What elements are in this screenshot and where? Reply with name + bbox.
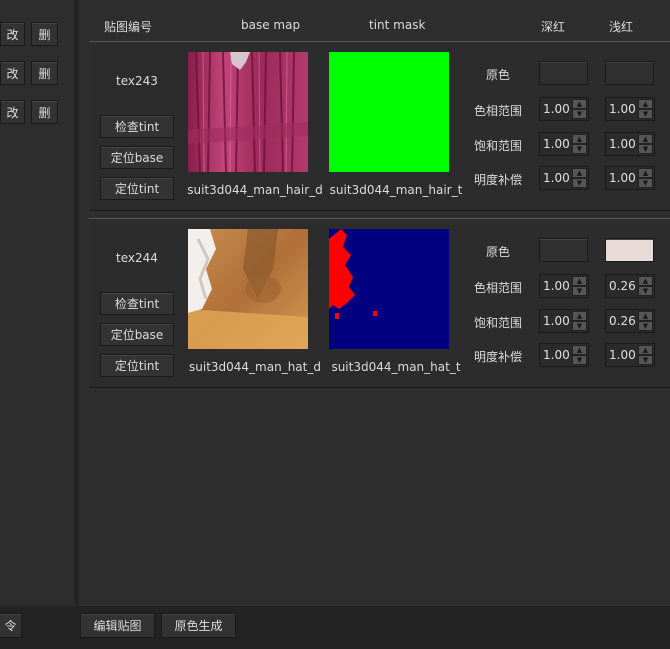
edit-button-2[interactable]: 改 <box>0 61 25 85</box>
deep-hue-spinbox[interactable]: 1.00 ▲ ▼ <box>539 274 589 298</box>
deep-red-color-swatch[interactable] <box>539 238 588 262</box>
light-red-color-swatch[interactable] <box>605 61 654 85</box>
arrow-up-icon[interactable]: ▲ <box>638 311 653 321</box>
hue-range-label: 色相范围 <box>473 104 522 118</box>
header-deep-red: 深红 <box>541 20 566 34</box>
light-sat-spinbox[interactable]: 1.00 ▲ ▼ <box>605 132 655 156</box>
deep-bright-spinbox[interactable]: 1.00 ▲ ▼ <box>539 343 589 367</box>
spinbox-value: 1.00 <box>543 171 570 185</box>
arrow-down-icon[interactable]: ▼ <box>638 144 653 154</box>
base-map-caption: suit3d044_man_hair_d <box>187 183 323 197</box>
spinbox-value: 1.00 <box>543 102 570 116</box>
arrow-down-icon[interactable]: ▼ <box>638 321 653 331</box>
hue-range-label: 色相范围 <box>473 281 522 295</box>
saturation-range-label: 饱和范围 <box>473 316 522 330</box>
arrow-down-icon[interactable]: ▼ <box>572 321 587 331</box>
arrow-down-icon[interactable]: ▼ <box>572 109 587 119</box>
arrow-down-icon[interactable]: ▼ <box>638 286 653 296</box>
check-tint-button[interactable]: 检查tint <box>100 115 174 138</box>
deep-red-color-swatch[interactable] <box>539 61 588 85</box>
light-bright-spinbox[interactable]: 1.00 ▲ ▼ <box>605 166 655 190</box>
arrow-up-icon[interactable]: ▲ <box>638 168 653 178</box>
locate-base-button[interactable]: 定位base <box>100 146 174 169</box>
arrow-up-icon[interactable]: ▲ <box>572 276 587 286</box>
generate-original-button[interactable]: 原色生成 <box>161 613 236 638</box>
spinbox-value: 0.26 <box>609 314 636 328</box>
texture-list-panel: 改 删 改 删 改 删 <box>0 0 75 606</box>
locate-base-button[interactable]: 定位base <box>100 323 174 346</box>
arrow-up-icon[interactable]: ▲ <box>638 276 653 286</box>
arrow-down-icon[interactable]: ▼ <box>638 178 653 188</box>
arrow-up-icon[interactable]: ▲ <box>572 168 587 178</box>
edit-textures-button[interactable]: 编辑贴图 <box>80 613 155 638</box>
original-color-label: 原色 <box>485 245 510 259</box>
original-color-label: 原色 <box>485 68 510 82</box>
light-red-color-swatch[interactable] <box>605 238 654 262</box>
header-base-map: base map <box>241 18 301 32</box>
spinbox-value: 1.00 <box>543 348 570 362</box>
delete-button-2[interactable]: 删 <box>31 61 58 85</box>
deep-bright-spinbox[interactable]: 1.00 ▲ ▼ <box>539 166 589 190</box>
light-hue-spinbox[interactable]: 0.26 ▲ ▼ <box>605 274 655 298</box>
base-map-thumbnail-hair[interactable] <box>188 52 308 172</box>
arrow-down-icon[interactable]: ▼ <box>572 178 587 188</box>
spinbox-value: 1.00 <box>609 102 636 116</box>
brightness-comp-label: 明度补偿 <box>473 173 522 187</box>
light-hue-spinbox[interactable]: 1.00 ▲ ▼ <box>605 97 655 121</box>
arrow-down-icon[interactable]: ▼ <box>572 355 587 365</box>
arrow-down-icon[interactable]: ▼ <box>638 355 653 365</box>
base-map-thumbnail-hat[interactable] <box>188 229 308 349</box>
tint-mask-caption: suit3d044_man_hat_t <box>331 360 461 374</box>
tint-mask-thumbnail-hair[interactable] <box>329 52 449 172</box>
arrow-up-icon[interactable]: ▲ <box>572 345 587 355</box>
header-tex-id: 贴图编号 <box>104 20 153 34</box>
tex-id-label: tex243 <box>116 74 158 88</box>
tint-mask-thumbnail-hat[interactable] <box>329 229 449 349</box>
deep-sat-spinbox[interactable]: 1.00 ▲ ▼ <box>539 132 589 156</box>
edit-button-3[interactable]: 改 <box>0 100 25 124</box>
header-tint-mask: tint mask <box>369 18 426 32</box>
spinbox-value: 1.00 <box>543 314 570 328</box>
arrow-down-icon[interactable]: ▼ <box>572 144 587 154</box>
spinbox-value: 1.00 <box>609 137 636 151</box>
arrow-up-icon[interactable]: ▲ <box>638 345 653 355</box>
arrow-up-icon[interactable]: ▲ <box>638 134 653 144</box>
arrow-up-icon[interactable]: ▲ <box>572 134 587 144</box>
arrow-down-icon[interactable]: ▼ <box>572 286 587 296</box>
light-sat-spinbox[interactable]: 0.26 ▲ ▼ <box>605 309 655 333</box>
spinbox-value: 1.00 <box>609 171 636 185</box>
saturation-range-label: 饱和范围 <box>473 139 522 153</box>
spinbox-value: 1.00 <box>543 137 570 151</box>
tint-mask-caption: suit3d044_man_hair_t <box>329 183 463 197</box>
brightness-comp-label: 明度补偿 <box>473 350 522 364</box>
base-map-caption: suit3d044_man_hat_d <box>189 360 321 374</box>
check-tint-button[interactable]: 检查tint <box>100 292 174 315</box>
locate-tint-button[interactable]: 定位tint <box>100 354 174 377</box>
edit-button-1[interactable]: 改 <box>0 22 25 46</box>
command-button-truncated[interactable]: 令 <box>0 613 22 638</box>
arrow-up-icon[interactable]: ▲ <box>572 311 587 321</box>
deep-hue-spinbox[interactable]: 1.00 ▲ ▼ <box>539 97 589 121</box>
tex-id-label: tex244 <box>116 251 158 265</box>
arrow-up-icon[interactable]: ▲ <box>572 99 587 109</box>
spinbox-value: 0.26 <box>609 279 636 293</box>
arrow-up-icon[interactable]: ▲ <box>638 99 653 109</box>
spinbox-value: 1.00 <box>609 348 636 362</box>
delete-button-3[interactable]: 删 <box>31 100 58 124</box>
light-bright-spinbox[interactable]: 1.00 ▲ ▼ <box>605 343 655 367</box>
arrow-down-icon[interactable]: ▼ <box>638 109 653 119</box>
header-light-red: 浅红 <box>609 20 634 34</box>
spinbox-value: 1.00 <box>543 279 570 293</box>
locate-tint-button[interactable]: 定位tint <box>100 177 174 200</box>
deep-sat-spinbox[interactable]: 1.00 ▲ ▼ <box>539 309 589 333</box>
delete-button-1[interactable]: 删 <box>31 22 58 46</box>
